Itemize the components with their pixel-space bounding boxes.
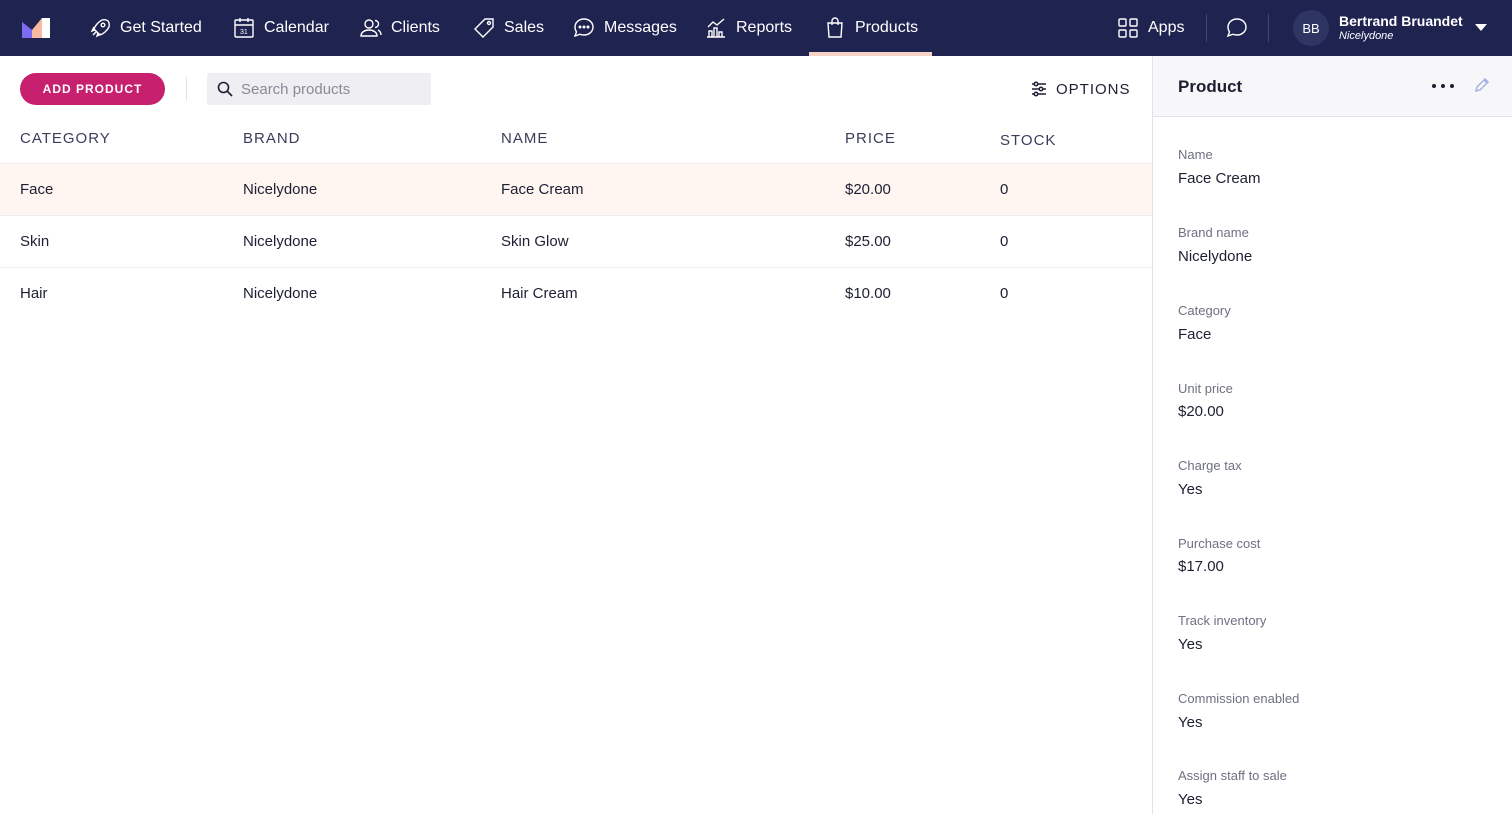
nav-products[interactable]: Products [808,0,933,56]
pencil-edit-icon[interactable] [1473,76,1491,94]
nav-reports[interactable]: Reports [704,0,792,56]
nav-label: Apps [1148,19,1185,36]
cell-stock: 0 [1000,181,1009,198]
search-box[interactable] [207,73,431,105]
column-header-name[interactable]: NAME [501,130,548,147]
nav-messages[interactable]: Messages [572,0,677,56]
field-label-purchase-cost: Purchase cost [1178,536,1261,551]
field-value-commission: Yes [1178,714,1203,731]
chat-button[interactable] [1225,0,1257,56]
nav-label: Reports [736,19,793,36]
panel-header: Product [1153,56,1512,117]
cell-price: $20.00 [845,181,891,198]
table-row[interactable]: Face Nicelydone Face Cream $20.00 0 [0,163,1152,215]
cell-name: Skin Glow [501,233,569,250]
product-detail-panel: Product Name Face Cream Brand name Nicel… [1152,56,1512,814]
field-label-charge-tax: Charge tax [1178,458,1242,473]
app-logo[interactable] [20,16,52,40]
apps-grid-icon [1118,18,1138,38]
field-label-brand: Brand name [1178,225,1249,240]
speech-bubble-icon [1226,18,1247,38]
field-value-charge-tax: Yes [1178,481,1203,498]
field-value-category: Face [1178,326,1212,343]
nav-label: Clients [391,19,440,36]
bar-chart-icon [707,18,725,38]
field-label-commission: Commission enabled [1178,691,1300,706]
field-value-purchase-cost: $17.00 [1178,558,1224,575]
chevron-down-icon[interactable] [1475,24,1487,31]
nav-get-started[interactable]: Get Started [88,0,202,56]
user-business: Nicelydone [1339,30,1394,42]
cell-price: $25.00 [845,233,891,250]
nav-label: Get Started [120,19,202,36]
field-value-unit-price: $20.00 [1178,403,1224,420]
search-icon [217,81,233,97]
column-header-brand[interactable]: BRAND [243,130,301,147]
field-label-assign-staff: Assign staff to sale [1178,768,1287,783]
cell-brand: Nicelydone [243,285,318,302]
field-label-track-inventory: Track inventory [1178,613,1267,628]
nav-sales[interactable]: Sales [472,0,544,56]
toolbar-divider [186,77,187,101]
nav-label: Sales [504,19,545,36]
cell-name: Hair Cream [501,285,578,302]
avatar[interactable]: BB [1293,10,1329,46]
cell-brand: Nicelydone [243,181,318,198]
nav-label: Products [855,19,919,36]
field-value-brand: Nicelydone [1178,248,1253,265]
cell-category: Skin [20,233,50,250]
nav-label: Calendar [264,19,329,36]
table-row[interactable]: Hair Nicelydone Hair Cream $10.00 0 [0,267,1152,319]
shopping-bag-icon [827,17,843,38]
options-button[interactable]: OPTIONS [1030,78,1131,100]
cell-stock: 0 [1000,285,1009,302]
cell-name: Face Cream [501,181,584,198]
calendar-icon: 31 [234,18,254,38]
cell-category: Face [20,181,54,198]
cell-price: $10.00 [845,285,891,302]
tag-icon [474,18,494,38]
nav-apps[interactable]: Apps [1116,0,1184,56]
nav-calendar[interactable]: 31 Calendar [232,0,329,56]
cell-category: Hair [20,285,48,302]
svg-text:31: 31 [240,29,248,36]
cell-stock: 0 [1000,233,1009,250]
chat-bubble-icon [573,18,594,38]
options-label: OPTIONS [1056,80,1131,98]
column-header-category[interactable]: CATEGORY [20,130,111,147]
top-navigation-bar: Get Started 31 Calendar Clients Sales Me… [0,0,1512,56]
field-label-unit-price: Unit price [1178,381,1233,396]
nav-divider [1206,14,1207,42]
table-row[interactable]: Skin Nicelydone Skin Glow $25.00 0 [0,215,1152,267]
cell-brand: Nicelydone [243,233,318,250]
nav-divider [1268,14,1269,42]
user-name[interactable]: Bertrand Bruandet [1339,13,1463,29]
search-input[interactable] [241,80,421,98]
add-product-button[interactable]: ADD PRODUCT [20,73,165,105]
panel-title: Product [1178,77,1243,96]
field-value-track-inventory: Yes [1178,636,1203,653]
field-label-name: Name [1178,147,1213,162]
field-value-name: Face Cream [1178,170,1261,187]
rocket-icon [90,19,110,38]
clients-icon [360,19,382,37]
field-label-category: Category [1178,303,1231,318]
column-header-price[interactable]: PRICE [845,130,896,147]
column-header-stock[interactable]: STOCK [1000,132,1056,149]
field-value-assign-staff: Yes [1178,791,1203,808]
nav-clients[interactable]: Clients [359,0,440,56]
nav-label: Messages [604,19,677,36]
sliders-icon [1032,81,1046,97]
more-options-icon[interactable] [1432,76,1454,96]
